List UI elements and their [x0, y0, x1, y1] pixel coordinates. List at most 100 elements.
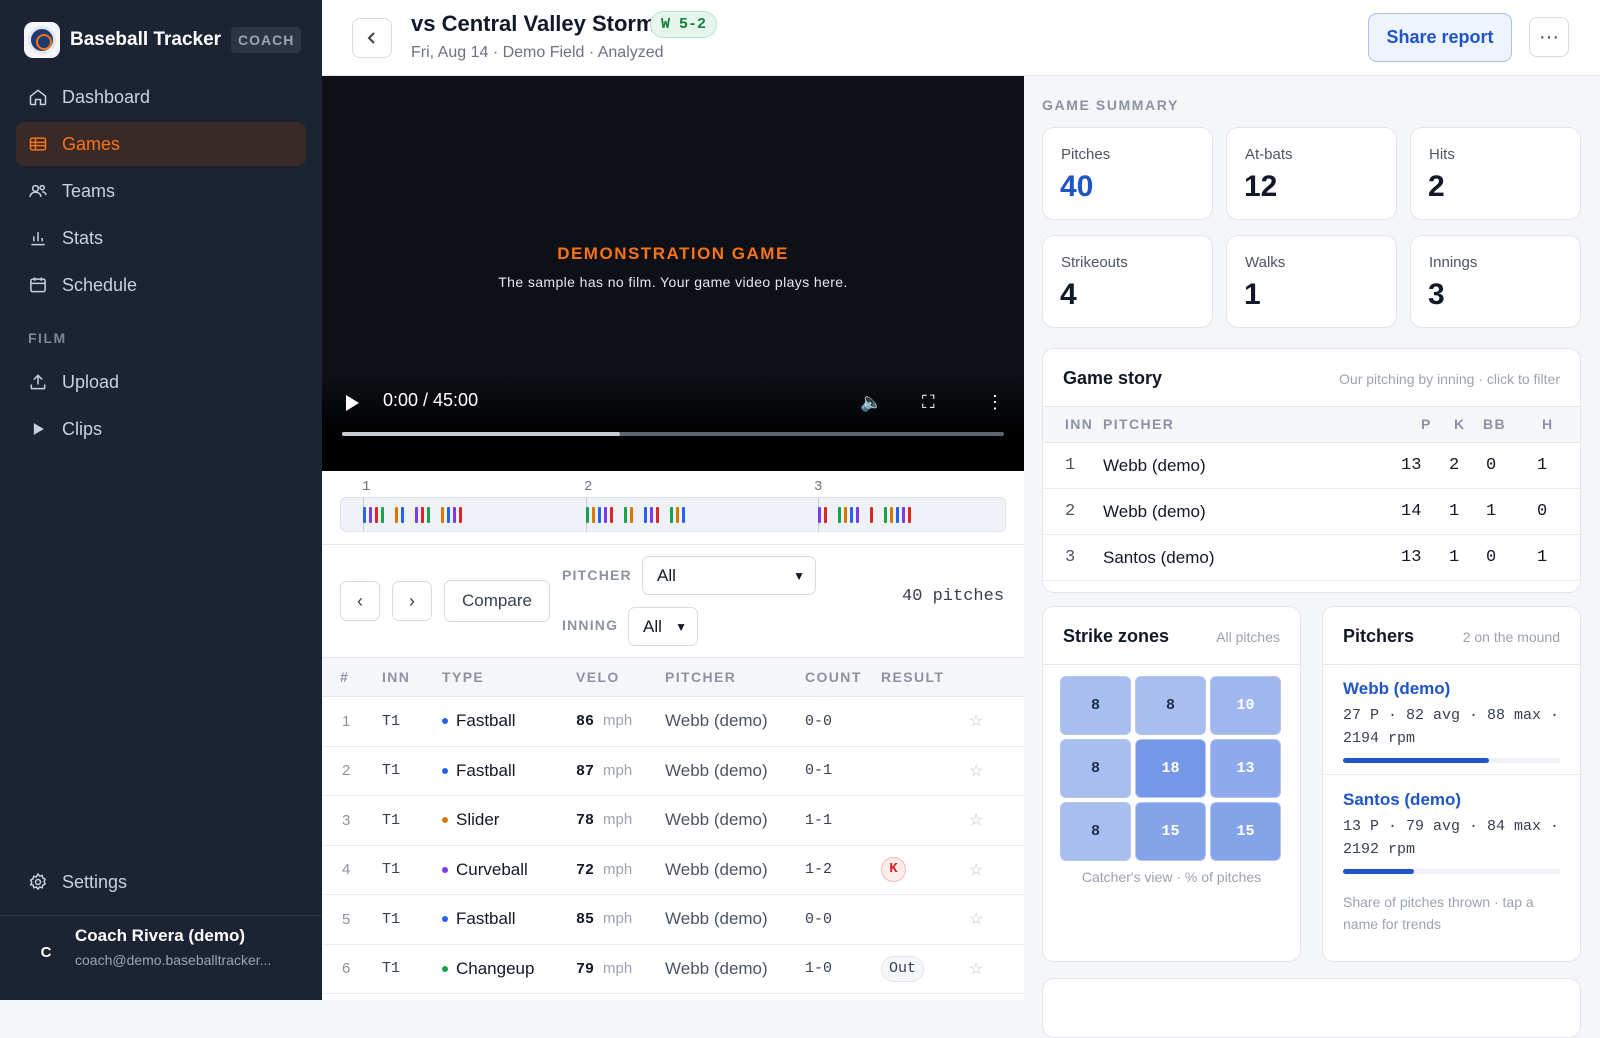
stat-value: 2: [1428, 170, 1445, 203]
strike-zone-cell[interactable]: 8: [1060, 739, 1131, 798]
nav-item-clips[interactable]: Clips: [16, 407, 306, 451]
prev-pitch-button[interactable]: ‹: [340, 581, 380, 621]
timeline-pitch-tick[interactable]: [676, 507, 679, 523]
timeline-pitch-tick[interactable]: [421, 507, 424, 523]
nav-item-schedule[interactable]: Schedule: [16, 263, 306, 307]
timeline-pitch-tick[interactable]: [459, 507, 462, 523]
timeline-pitch-tick[interactable]: [656, 507, 659, 523]
star-icon[interactable]: ☆: [969, 711, 1009, 731]
velo-value: 85: [576, 911, 595, 929]
star-icon[interactable]: ☆: [969, 810, 1009, 830]
next-pitch-button[interactable]: ›: [392, 581, 432, 621]
timeline-pitch-tick[interactable]: [644, 507, 647, 523]
timeline-pitch-tick[interactable]: [630, 507, 633, 523]
share-report-button[interactable]: Share report: [1368, 13, 1512, 62]
star-icon[interactable]: ☆: [969, 959, 1009, 979]
timeline-pitch-tick[interactable]: [447, 507, 450, 523]
timeline-pitch-tick[interactable]: [598, 507, 601, 523]
table-row[interactable]: 3 T1 Slider 78 mph Webb (demo) 1-1 ☆: [322, 796, 1024, 846]
table-row[interactable]: 1 T1 Fastball 86 mph Webb (demo) 0-0 ☆: [322, 697, 1024, 747]
nav-item-settings[interactable]: Settings: [16, 860, 306, 904]
inning-select[interactable]: All ▼: [628, 607, 698, 646]
timeline-pitch-tick[interactable]: [604, 507, 607, 523]
timeline-pitch-tick[interactable]: [896, 507, 899, 523]
nav-item-games[interactable]: Games: [16, 122, 306, 166]
timeline-track[interactable]: [340, 497, 1006, 532]
timeline-pitch-tick[interactable]: [363, 507, 366, 523]
pitcher-select[interactable]: All ▼: [642, 556, 816, 595]
video-seek-bar[interactable]: [342, 432, 1004, 436]
timeline-pitch-tick[interactable]: [838, 507, 841, 523]
volume-icon[interactable]: 🔈: [860, 392, 882, 413]
timeline-pitch-tick[interactable]: [375, 507, 378, 523]
strike-zone-cell[interactable]: 15: [1210, 802, 1281, 861]
timeline-pitch-tick[interactable]: [682, 507, 685, 523]
timeline-pitch-tick[interactable]: [586, 507, 589, 523]
column-header: COUNT: [805, 669, 862, 685]
result-badge: K: [881, 857, 906, 883]
play-icon[interactable]: [346, 395, 359, 411]
user-profile[interactable]: C Coach Rivera (demo) coach@demo.basebal…: [0, 915, 322, 1000]
timeline-pitch-tick[interactable]: [856, 507, 859, 523]
timeline-pitch-tick[interactable]: [902, 507, 905, 523]
timeline-pitch-tick[interactable]: [908, 507, 911, 523]
nav-item-teams[interactable]: Teams: [16, 169, 306, 213]
timeline-pitch-tick[interactable]: [650, 507, 653, 523]
table-row[interactable]: 2 T1 Fastball 87 mph Webb (demo) 0-1 ☆: [322, 747, 1024, 796]
more-options-button[interactable]: ···: [1529, 17, 1569, 57]
timeline-pitch-tick[interactable]: [890, 507, 893, 523]
timeline-pitch-tick[interactable]: [395, 507, 398, 523]
pitcher-item[interactable]: Santos (demo) 13 P · 79 avg · 84 max · 2…: [1323, 777, 1580, 887]
timeline-pitch-tick[interactable]: [624, 507, 627, 523]
video-more-icon[interactable]: ⋮: [986, 392, 1004, 413]
timeline-pitch-tick[interactable]: [818, 507, 821, 523]
strike-zone-cell[interactable]: 18: [1135, 739, 1206, 798]
star-icon[interactable]: ☆: [969, 761, 1009, 781]
strike-zone-cell[interactable]: 13: [1210, 739, 1281, 798]
timeline-pitch-tick[interactable]: [453, 507, 456, 523]
game-story-card: Game story Our pitching by inning · clic…: [1042, 348, 1581, 593]
fullscreen-icon[interactable]: ⛶: [922, 392, 935, 413]
pitcher-item[interactable]: Webb (demo) 27 P · 82 avg · 88 max · 219…: [1323, 665, 1580, 775]
story-row[interactable]: 2 Webb (demo) 14 1 1 0: [1043, 489, 1580, 535]
timeline-pitch-tick[interactable]: [441, 507, 444, 523]
star-icon[interactable]: ☆: [969, 909, 1009, 929]
table-row[interactable]: 5 T1 Fastball 85 mph Webb (demo) 0-0 ☆: [322, 895, 1024, 945]
pitcher-name[interactable]: Webb (demo): [1343, 679, 1450, 699]
strike-zone-cell[interactable]: 15: [1135, 802, 1206, 861]
column-header: P: [1421, 416, 1432, 432]
timeline-pitch-tick[interactable]: [824, 507, 827, 523]
brand[interactable]: Baseball Tracker COACH: [24, 22, 302, 58]
timeline-pitch-tick[interactable]: [850, 507, 853, 523]
timeline-pitch-tick[interactable]: [592, 507, 595, 523]
timeline-pitch-tick[interactable]: [401, 507, 404, 523]
timeline-pitch-tick[interactable]: [870, 507, 873, 523]
timeline-pitch-tick[interactable]: [381, 507, 384, 523]
timeline-pitch-tick[interactable]: [670, 507, 673, 523]
timeline-pitch-tick[interactable]: [427, 507, 430, 523]
pitcher-name[interactable]: Santos (demo): [1343, 790, 1461, 810]
strike-zone-cell[interactable]: 8: [1135, 676, 1206, 735]
table-row[interactable]: 6 T1 Changeup 79 mph Webb (demo) 1-0 Out …: [322, 945, 1024, 994]
column-header: #: [340, 669, 350, 685]
timeline-pitch-tick[interactable]: [610, 507, 613, 523]
back-button[interactable]: [352, 18, 392, 58]
table-row[interactable]: 4 T1 Curveball 72 mph Webb (demo) 1-2 K ☆: [322, 846, 1024, 895]
strike-zone-cell[interactable]: 8: [1060, 802, 1131, 861]
nav-item-upload[interactable]: Upload: [16, 360, 306, 404]
compare-button[interactable]: Compare: [444, 580, 550, 622]
strike-zone-cell[interactable]: 8: [1060, 676, 1131, 735]
timeline-pitch-tick[interactable]: [884, 507, 887, 523]
card-hint: 2 on the mound: [1462, 629, 1560, 645]
nav-item-dashboard[interactable]: Dashboard: [16, 75, 306, 119]
nav-item-stats[interactable]: Stats: [16, 216, 306, 260]
story-row[interactable]: 3 Santos (demo) 13 1 0 1: [1043, 535, 1580, 581]
strike-zone-grid: 8 8 10 8 18 13 8 15 15: [1060, 676, 1281, 861]
star-icon[interactable]: ☆: [969, 860, 1009, 880]
timeline-pitch-tick[interactable]: [844, 507, 847, 523]
timeline-pitch-tick[interactable]: [415, 507, 418, 523]
video-player[interactable]: DEMONSTRATION GAME The sample has no fil…: [322, 76, 1024, 471]
timeline-pitch-tick[interactable]: [369, 507, 372, 523]
strike-zone-cell[interactable]: 10: [1210, 676, 1281, 735]
story-row[interactable]: 1 Webb (demo) 13 2 0 1: [1043, 443, 1580, 489]
